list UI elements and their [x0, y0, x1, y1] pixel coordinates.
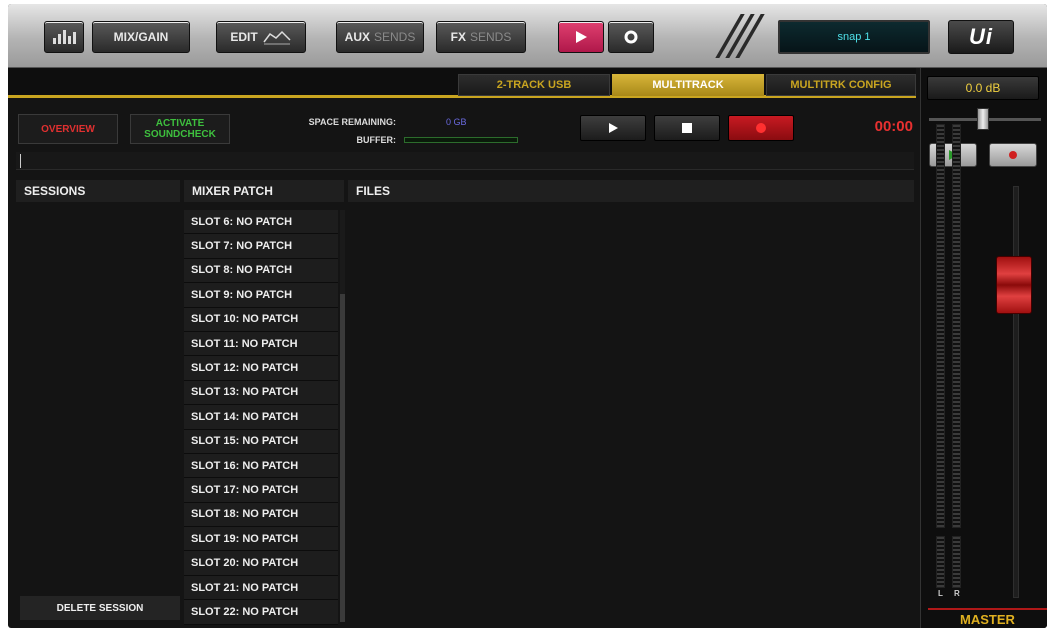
master-label-text: MASTER — [960, 611, 1015, 627]
patch-scrollbar-thumb[interactable] — [340, 294, 345, 622]
stop-icon — [682, 123, 692, 133]
master-db-display: 0.0 dB — [927, 76, 1039, 100]
files-title: FILES — [356, 184, 391, 198]
tab-2-track-usb[interactable]: 2-TRACK USB — [458, 74, 610, 96]
buffer-label: BUFFER: — [356, 135, 397, 145]
snapshot-display[interactable]: snap 1 — [778, 20, 930, 54]
mixer-app: MIX/GAIN EDIT AUX SENDS FX SENDS snap 1 Ui… — [8, 4, 1047, 628]
patch-slot[interactable]: SLOT 10: NO PATCH — [184, 307, 338, 332]
transport-play-button[interactable] — [580, 115, 646, 141]
edit-label: EDIT — [230, 30, 258, 44]
meter-left — [936, 124, 945, 528]
mixer-patch-title: MIXER PATCH — [192, 184, 273, 198]
play-icon — [609, 123, 618, 133]
overview-label: OVERVIEW — [41, 123, 95, 135]
sessions-header: SESSIONS — [16, 180, 180, 202]
patch-slot[interactable]: SLOT 21: NO PATCH — [184, 575, 338, 601]
mix-gain-button[interactable]: MIX/GAIN — [92, 21, 190, 53]
patch-slot[interactable]: SLOT 17: NO PATCH — [184, 478, 338, 503]
media-play-button[interactable] — [558, 21, 604, 53]
master-fader-cap[interactable] — [996, 256, 1032, 314]
mix-gain-label: MIX/GAIN — [113, 30, 169, 44]
tab-label: MULTITRK CONFIG — [790, 79, 892, 91]
patch-slot[interactable]: SLOT 16: NO PATCH — [184, 453, 338, 479]
aux-sends-label: SENDS — [374, 30, 416, 44]
patch-slot[interactable]: SLOT 13: NO PATCH — [184, 380, 338, 406]
master-db-value: 0.0 dB — [965, 81, 1001, 95]
play-icon — [576, 31, 587, 43]
aux-sends-button[interactable]: AUX SENDS — [336, 21, 424, 53]
files-header: FILES — [348, 180, 914, 202]
patch-slot[interactable]: SLOT 12: NO PATCH — [184, 356, 338, 381]
tab-label: MULTITRACK — [652, 79, 724, 91]
settings-button[interactable] — [608, 21, 654, 53]
meter-right — [952, 124, 961, 528]
top-toolbar: MIX/GAIN EDIT AUX SENDS FX SENDS snap 1 Ui — [8, 4, 1047, 68]
sessions-list[interactable] — [16, 202, 180, 586]
meter-left-label: L — [938, 589, 943, 598]
mixer-patch-list[interactable]: SLOT 6: NO PATCH SLOT 7: NO PATCH SLOT 8: … — [184, 210, 338, 625]
tab-multitrk-config[interactable]: MULTITRK CONFIG — [766, 74, 916, 96]
session-name-input[interactable] — [16, 152, 914, 170]
time-counter: 00:00 — [874, 118, 913, 135]
settings-ring-icon — [624, 30, 638, 44]
tab-multitrack[interactable]: MULTITRACK — [612, 74, 764, 96]
patch-slot[interactable]: SLOT 6: NO PATCH — [184, 210, 338, 235]
patch-slot[interactable]: SLOT 20: NO PATCH — [184, 551, 338, 576]
master-fader-track[interactable] — [1013, 186, 1019, 598]
patch-slot[interactable]: SLOT 9: NO PATCH — [184, 283, 338, 308]
tab-label: 2-TRACK USB — [496, 79, 572, 91]
fx-label: FX — [450, 30, 466, 44]
fx-sends-button[interactable]: FX SENDS — [436, 21, 526, 53]
master-label: MASTER — [928, 608, 1047, 628]
meters-button[interactable] — [44, 21, 84, 53]
fx-sends-label: SENDS — [470, 30, 512, 44]
files-list[interactable] — [348, 202, 914, 622]
meter-bars-icon — [52, 30, 76, 44]
transport-record-button[interactable] — [728, 115, 794, 141]
pan-knob[interactable] — [977, 108, 989, 130]
delete-session-label: DELETE SESSION — [56, 602, 144, 614]
overview-button[interactable]: OVERVIEW — [18, 114, 118, 144]
sessions-title: SESSIONS — [24, 184, 86, 198]
mixer-patch-header: MIXER PATCH — [184, 180, 344, 202]
buffer-bar — [404, 137, 518, 143]
space-remaining-label: SPACE REMAINING: — [308, 117, 396, 127]
eq-curve-icon — [263, 30, 291, 45]
record-icon — [1009, 151, 1017, 159]
meter-left-lower — [936, 536, 945, 588]
soundcheck-label: ACTIVATE SOUNDCHECK — [144, 118, 216, 140]
patch-slot[interactable]: SLOT 8: NO PATCH — [184, 258, 338, 284]
patch-slot[interactable]: SLOT 7: NO PATCH — [184, 234, 338, 259]
ui-logo: Ui — [948, 20, 1014, 54]
meter-right-label: R — [954, 589, 960, 598]
patch-slot[interactable]: SLOT 19: NO PATCH — [184, 527, 338, 552]
delete-session-button[interactable]: DELETE SESSION — [20, 596, 180, 620]
activate-soundcheck-button[interactable]: ACTIVATE SOUNDCHECK — [130, 114, 230, 144]
text-caret — [20, 154, 21, 168]
patch-slot[interactable]: SLOT 15: NO PATCH — [184, 429, 338, 454]
snapshot-name: snap 1 — [837, 31, 871, 43]
tab-strip: 2-TRACK USB MULTITRACK MULTITRK CONFIG — [8, 68, 916, 98]
patch-slot[interactable]: SLOT 14: NO PATCH — [184, 405, 338, 430]
patch-slot[interactable]: SLOT 11: NO PATCH — [184, 331, 338, 357]
edit-button[interactable]: EDIT — [216, 21, 306, 53]
transport-stop-button[interactable] — [654, 115, 720, 141]
space-remaining-value: 0 GB — [446, 117, 467, 127]
master-record-button[interactable] — [989, 143, 1037, 167]
patch-slot[interactable]: SLOT 18: NO PATCH — [184, 502, 338, 528]
aux-label: AUX — [344, 30, 370, 44]
patch-slot[interactable]: SLOT 22: NO PATCH — [184, 600, 338, 625]
meter-right-lower — [952, 536, 961, 588]
record-icon — [756, 123, 766, 133]
